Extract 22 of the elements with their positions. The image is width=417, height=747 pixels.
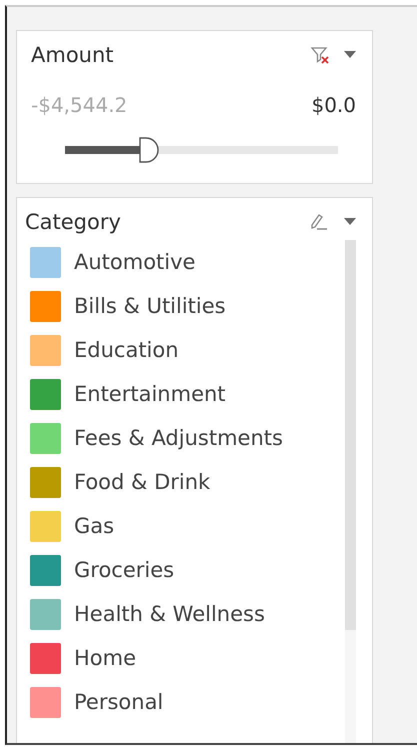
legend-label[interactable]: Automotive [74, 250, 196, 274]
caret-icon[interactable] [344, 218, 356, 226]
slider-thumb[interactable] [139, 137, 160, 163]
legend-label[interactable]: Home [74, 646, 136, 670]
legend-label[interactable]: Fees & Adjustments [74, 426, 283, 450]
legend-label[interactable]: Bills & Utilities [74, 294, 226, 318]
legend-label[interactable]: Education [74, 338, 179, 362]
legend-label[interactable]: Groceries [74, 558, 174, 582]
legend-label[interactable]: Food & Drink [74, 470, 210, 494]
filter-title: Amount [31, 43, 115, 67]
legend-label[interactable]: Health & Wellness [74, 602, 265, 626]
legend-label[interactable]: Personal [74, 690, 164, 714]
range-max-value: $0.0 [311, 93, 356, 117]
clear-filter-icon[interactable] [310, 45, 330, 65]
caret-icon[interactable] [344, 51, 356, 59]
legend-label[interactable]: Entertainment [74, 382, 226, 406]
scrollbar[interactable] [345, 240, 356, 743]
legend-label[interactable]: Gas [74, 514, 114, 538]
range-min-value: -$4,544.2 [31, 93, 128, 117]
scrollbar-thumb[interactable] [345, 240, 356, 630]
legend-title: Category [25, 210, 122, 234]
range-slider[interactable] [65, 137, 338, 163]
